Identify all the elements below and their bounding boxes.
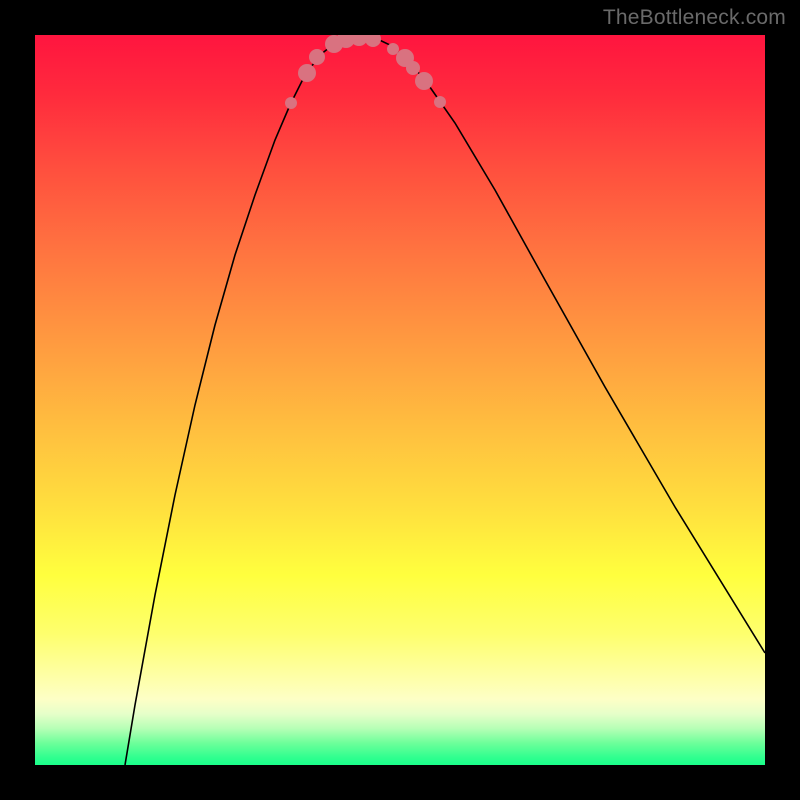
bottleneck-curve <box>125 36 765 765</box>
watermark-text: TheBottleneck.com <box>603 6 786 30</box>
marker-point <box>434 96 446 108</box>
marker-point <box>387 43 399 55</box>
plot-area <box>35 35 765 765</box>
marker-point <box>406 61 420 75</box>
marker-point <box>365 35 381 47</box>
marker-point <box>285 97 297 109</box>
marker-group <box>285 35 446 109</box>
marker-point <box>415 72 433 90</box>
marker-point <box>309 49 325 65</box>
marker-point <box>298 64 316 82</box>
curve-svg <box>35 35 765 765</box>
